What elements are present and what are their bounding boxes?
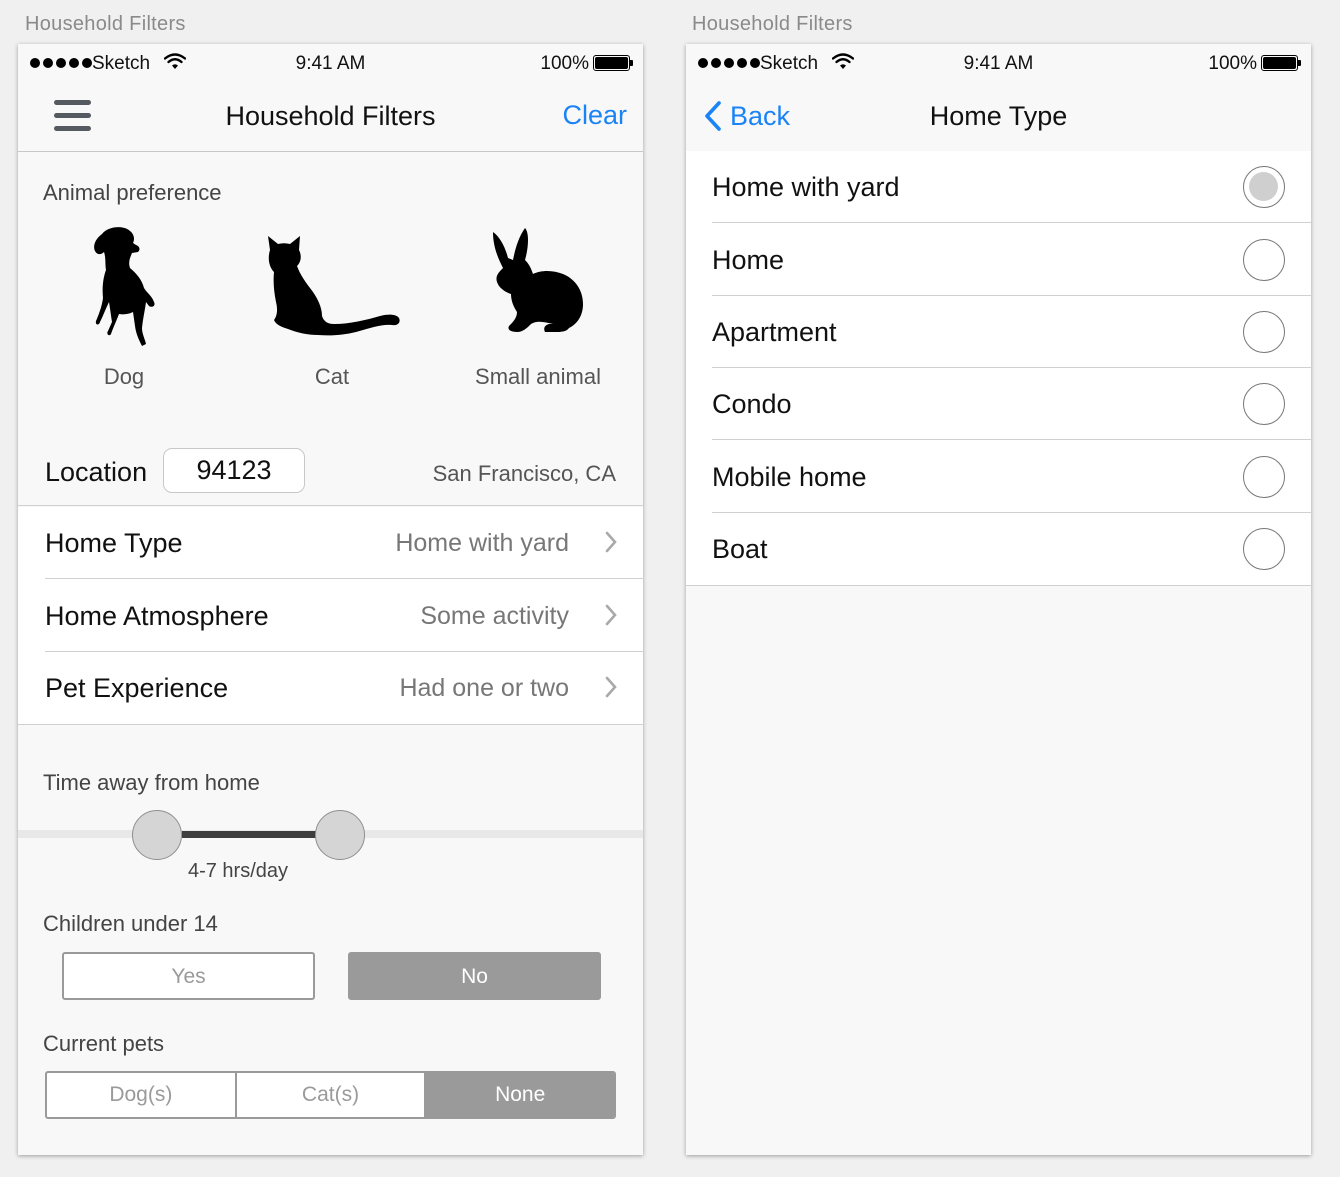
children-no-button[interactable]: No — [348, 952, 601, 1000]
location-row: Location 94123 San Francisco, CA — [18, 439, 643, 506]
current-pets-segmented-control: Dog(s) Cat(s) None — [45, 1071, 616, 1119]
option-condo[interactable]: Condo — [686, 368, 1311, 440]
option-boat[interactable]: Boat — [686, 513, 1311, 585]
option-mobile-home[interactable]: Mobile home — [686, 441, 1311, 513]
pet-experience-row[interactable]: Pet Experience Had one or two — [18, 652, 643, 724]
animal-option-dog[interactable] — [24, 222, 224, 352]
option-label: Boat — [712, 534, 768, 564]
battery-percent: 100% — [540, 53, 589, 74]
home-atmosphere-row[interactable]: Home Atmosphere Some activity — [18, 580, 643, 652]
location-label: Location — [45, 457, 148, 487]
animal-label-small-animal: Small animal — [475, 364, 601, 389]
nav-bar: Back Home Type — [686, 84, 1311, 152]
home-type-options: Home with yard Home Apartment Condo Mobi… — [686, 151, 1311, 586]
animal-label-cat: Cat — [314, 364, 350, 389]
home-type-row[interactable]: Home Type Home with yard — [18, 507, 643, 579]
location-city: San Francisco, CA — [432, 461, 616, 486]
slider-max-handle[interactable] — [315, 810, 365, 860]
chevron-right-icon — [605, 604, 617, 626]
time-away-value: 4-7 hrs/day — [187, 860, 289, 882]
animal-option-small-animal[interactable] — [438, 222, 638, 344]
animal-option-cat[interactable] — [232, 222, 432, 342]
segment-cats[interactable]: Cat(s) — [237, 1073, 427, 1117]
option-apartment[interactable]: Apartment — [686, 296, 1311, 368]
status-bar: Sketch 9:41 AM 100% — [18, 44, 643, 84]
page-title: Household Filters — [225, 101, 436, 131]
option-home[interactable]: Home — [686, 224, 1311, 296]
cat-icon — [268, 236, 400, 336]
children-label: Children under 14 — [43, 911, 218, 936]
nav-bar: Household Filters Clear — [18, 84, 643, 152]
pet-experience-value: Had one or two — [399, 674, 569, 702]
option-label: Home with yard — [712, 172, 900, 202]
home-type-value: Home with yard — [395, 529, 569, 557]
home-atmosphere-value: Some activity — [420, 602, 569, 630]
household-filters-screen: Sketch 9:41 AM 100% Household Filters Cl… — [18, 44, 643, 1155]
time-away-label: Time away from home — [43, 770, 260, 795]
home-type-screen: Sketch 9:41 AM 100% Back Home Type Home … — [686, 44, 1311, 1155]
artboard-title-right: Household Filters — [692, 13, 853, 35]
radio-selected[interactable] — [1243, 166, 1285, 208]
segment-dogs[interactable]: Dog(s) — [47, 1073, 237, 1117]
radio-unselected[interactable] — [1243, 383, 1285, 425]
children-yes-button[interactable]: Yes — [62, 952, 315, 1000]
status-bar: Sketch 9:41 AM 100% — [686, 44, 1311, 84]
animal-label-dog: Dog — [103, 364, 145, 389]
option-label: Apartment — [712, 317, 837, 347]
option-label: Mobile home — [712, 462, 867, 492]
current-pets-label: Current pets — [43, 1031, 165, 1056]
home-type-label: Home Type — [45, 528, 183, 558]
artboard-title-left: Household Filters — [25, 13, 186, 35]
home-atmosphere-label: Home Atmosphere — [45, 601, 269, 631]
battery-icon — [1261, 55, 1301, 71]
filter-list: Home Type Home with yard Home Atmosphere… — [18, 507, 643, 725]
chevron-right-icon — [605, 531, 617, 553]
radio-unselected[interactable] — [1243, 311, 1285, 353]
page-title: Home Type — [929, 101, 1068, 131]
dog-icon — [94, 227, 155, 346]
radio-unselected[interactable] — [1243, 239, 1285, 281]
option-home-with-yard[interactable]: Home with yard — [686, 151, 1311, 223]
option-label: Condo — [712, 389, 792, 419]
clear-button[interactable]: Clear — [562, 100, 627, 131]
option-label: Home — [712, 245, 785, 275]
animal-preference-label: Animal preference — [43, 180, 222, 205]
slider-min-handle[interactable] — [132, 810, 182, 860]
battery-percent: 100% — [1208, 53, 1257, 74]
radio-unselected[interactable] — [1243, 456, 1285, 498]
radio-unselected[interactable] — [1243, 528, 1285, 570]
chevron-right-icon — [605, 676, 617, 698]
battery-icon — [593, 55, 633, 71]
rabbit-icon — [493, 228, 583, 332]
time-away-slider-range — [182, 831, 316, 838]
zip-code-input[interactable]: 94123 — [163, 448, 305, 493]
pet-experience-label: Pet Experience — [45, 673, 229, 703]
segment-none[interactable]: None — [426, 1073, 614, 1117]
